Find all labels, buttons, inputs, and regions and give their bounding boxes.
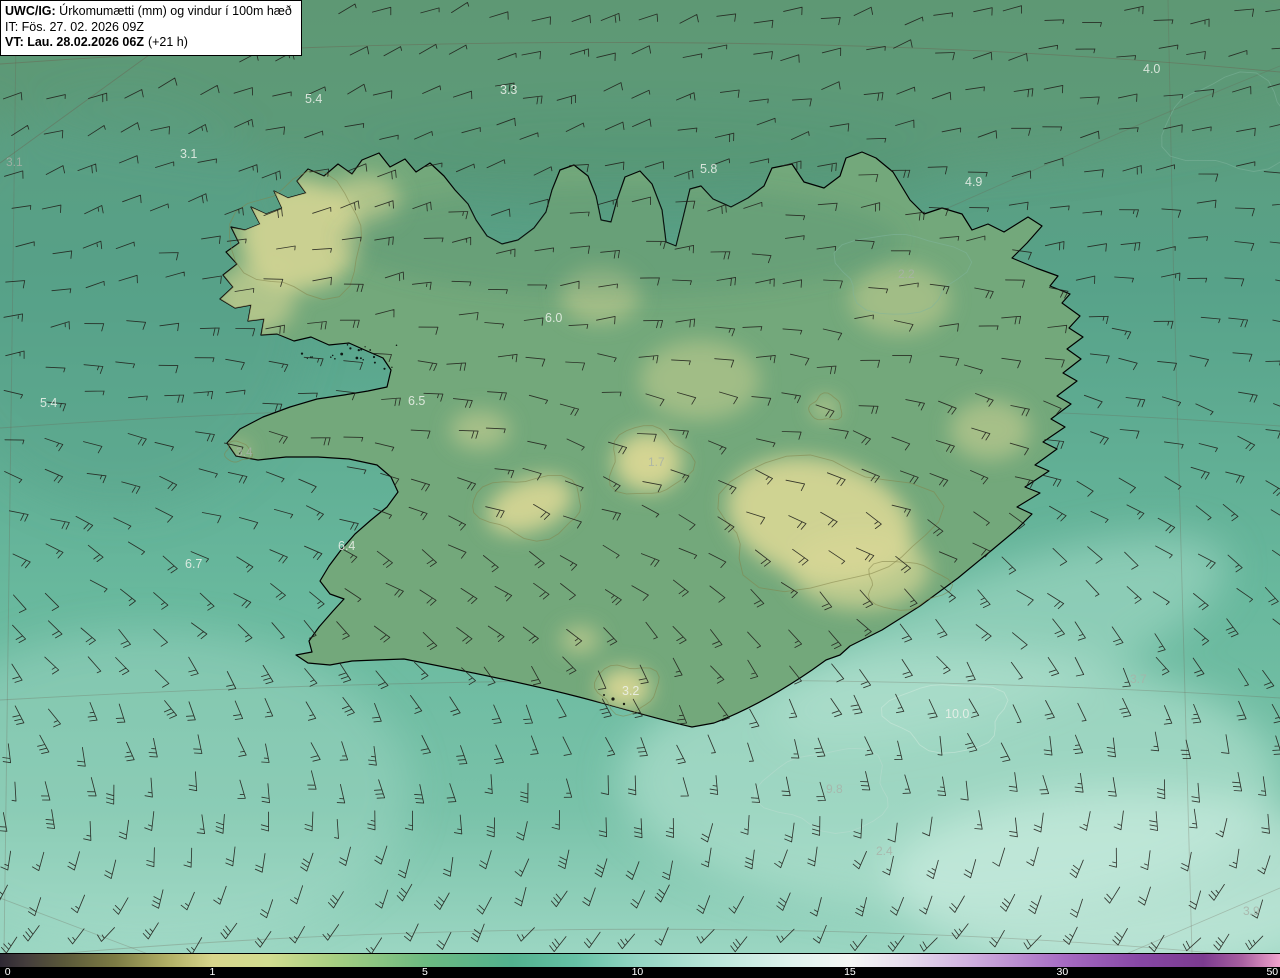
colorbar-tick: 0 (4, 966, 11, 978)
weather-map-page: 5.4 3.3 4.0 3.1 3.1 5.8 4.9 2.2 6.0 5.4 6.5 3.4 1.7 6… (0, 0, 1280, 978)
contour-label: 5.8 (700, 162, 717, 176)
map-svg: 5.4 3.3 4.0 3.1 3.1 5.8 4.9 2.2 6.0 5.4 6.5 3.4 1.7 6… (0, 0, 1280, 954)
contour-label: 3.7 (1130, 672, 1147, 686)
contour-label: 10.0 (945, 707, 969, 721)
contour-label: 3.1 (6, 155, 23, 169)
colorbar-tick: 15 (844, 966, 856, 978)
valid-time-line: VT: Lau. 28.02.2026 06Z (+21 h) (5, 35, 292, 51)
product-title: Úrkomumætti (mm) og vindur í 100m hæð (59, 4, 292, 18)
contour-label: 1.7 (648, 455, 665, 469)
precip-colorbar: 0 1 5 10 15 30 50 (0, 953, 1280, 978)
contour-label: 6.5 (408, 394, 425, 408)
contour-label: 9.8 (826, 782, 843, 796)
contour-label: 3.3 (500, 83, 517, 97)
product-code: UWC/IG: (5, 4, 56, 18)
contour-label: 3.4 (236, 445, 253, 459)
contour-label: 5.4 (40, 396, 57, 410)
contour-label: 2.2 (898, 267, 915, 281)
contour-label: 3.2 (622, 684, 639, 698)
colorbar-tick: 1 (209, 966, 216, 978)
contour-label: 3.1 (180, 147, 197, 161)
contour-label: 4.0 (1143, 62, 1160, 76)
contour-label: 6.0 (545, 311, 562, 325)
contour-label: 6.7 (185, 557, 202, 571)
init-time-line: IT: Fös. 27. 02. 2026 09Z (5, 19, 144, 34)
contour-label: 2.4 (876, 844, 893, 858)
contour-label: 4.9 (965, 175, 982, 189)
colorbar-gradient (0, 953, 1280, 967)
colorbar-tick: 50 (1266, 966, 1279, 978)
contour-label: 3.9 (1243, 904, 1260, 918)
contour-label: 5.4 (305, 92, 322, 106)
contour-label: 6.4 (338, 539, 355, 553)
colorbar-ticks: 0 1 5 10 15 30 50 (0, 967, 1280, 978)
valid-offset: (+21 h) (147, 35, 188, 49)
colorbar-tick: 5 (422, 966, 428, 978)
valid-time: VT: Lau. 28.02.2026 06Z (5, 35, 144, 49)
colorbar-tick: 10 (631, 966, 644, 978)
map-title-box: UWC/IG: Úrkomumætti (mm) og vindur í 100… (0, 0, 302, 56)
colorbar-tick: 30 (1056, 966, 1069, 978)
product-line: UWC/IG: Úrkomumætti (mm) og vindur í 100… (5, 4, 292, 20)
